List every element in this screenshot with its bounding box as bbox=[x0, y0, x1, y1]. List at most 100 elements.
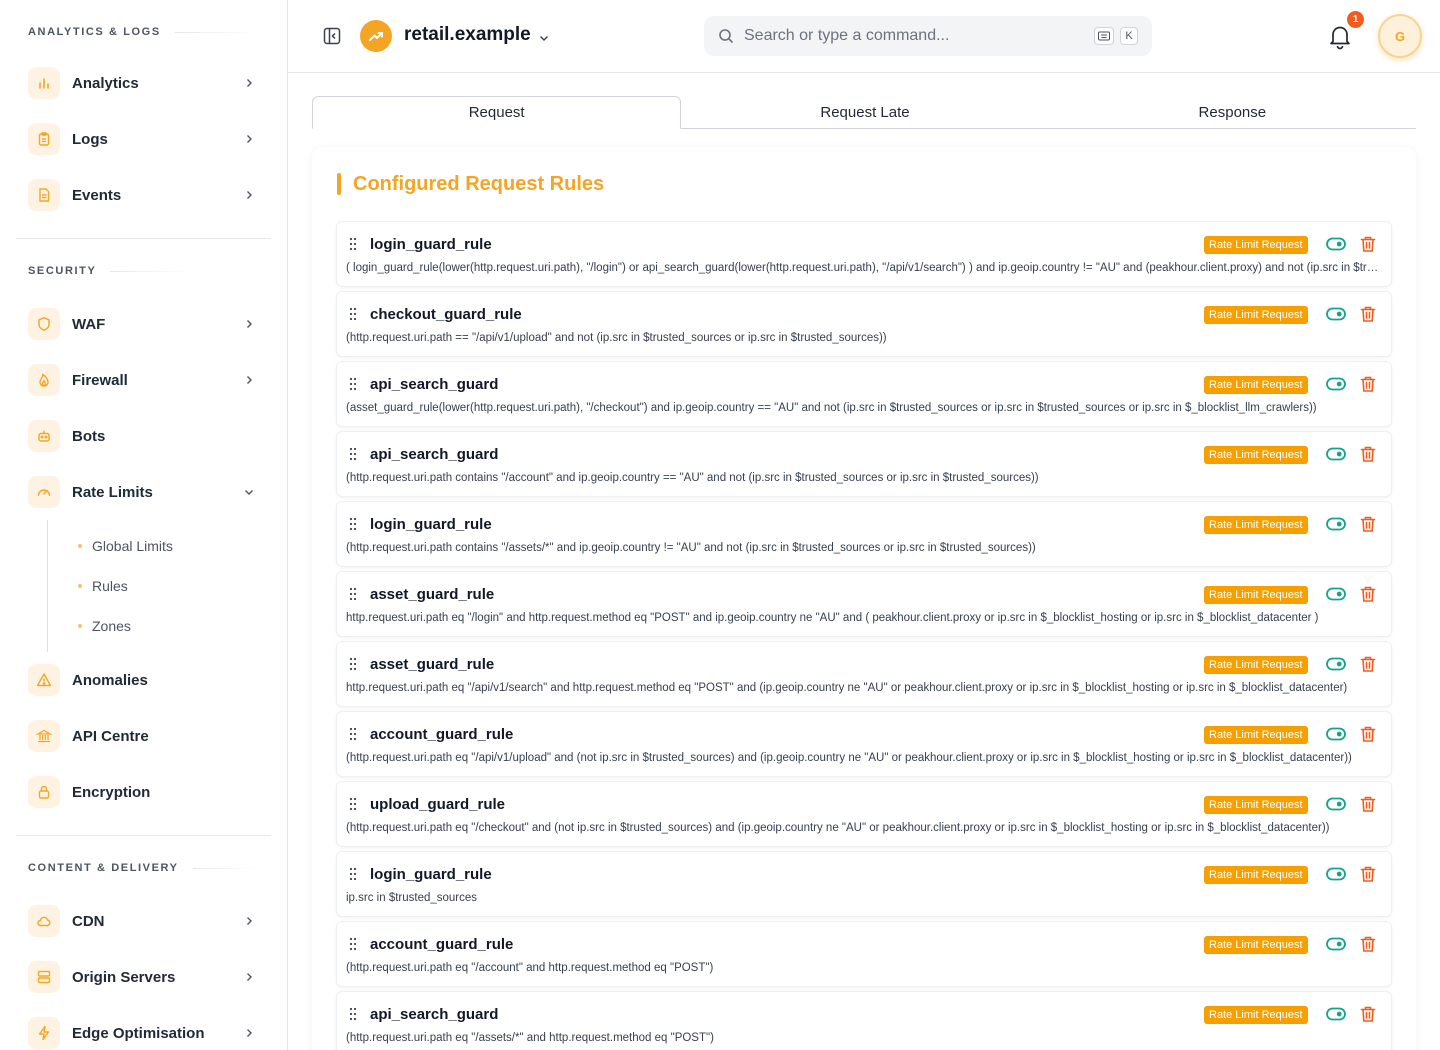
submenu-item-zones[interactable]: Zones bbox=[48, 606, 287, 646]
rule-expression: (http.request.uri.path == "/api/v1/uploa… bbox=[346, 332, 887, 344]
rule-card[interactable]: upload_guard_rule Rate Limit Request (http… bbox=[337, 782, 1391, 846]
drag-handle-icon[interactable] bbox=[349, 867, 357, 881]
toggle-icon[interactable] bbox=[1326, 797, 1346, 811]
rule-card[interactable]: api_search_guard Rate Limit Request (asset… bbox=[337, 362, 1391, 426]
sidebar-toggle-icon[interactable] bbox=[322, 26, 342, 46]
sidebar-item-logs[interactable]: Logs bbox=[0, 111, 287, 167]
sidebar-item-anomalies[interactable]: Anomalies bbox=[0, 652, 287, 708]
rule-card[interactable]: checkout_guard_rule Rate Limit Request (ht… bbox=[337, 292, 1391, 356]
drag-handle-icon[interactable] bbox=[349, 587, 357, 601]
search-input[interactable] bbox=[744, 27, 1088, 45]
drag-handle-icon[interactable] bbox=[349, 447, 357, 461]
sidebar-item-origin-servers[interactable]: Origin Servers bbox=[0, 949, 287, 1005]
toggle-icon[interactable] bbox=[1326, 377, 1346, 391]
drag-handle-icon[interactable] bbox=[349, 727, 357, 741]
drag-handle-icon[interactable] bbox=[349, 1007, 357, 1021]
sidebar-item-analytics[interactable]: Analytics bbox=[0, 55, 287, 111]
submenu-item-rules[interactable]: Rules bbox=[48, 566, 287, 606]
trash-icon[interactable] bbox=[1359, 585, 1377, 603]
toggle-icon[interactable] bbox=[1326, 657, 1346, 671]
rule-card[interactable]: asset_guard_rule Rate Limit Request http.r… bbox=[337, 642, 1391, 706]
chevron-down-icon[interactable] bbox=[539, 30, 549, 41]
chevron-right-icon bbox=[243, 77, 255, 89]
trash-icon[interactable] bbox=[1359, 935, 1377, 953]
trash-icon[interactable] bbox=[1359, 655, 1377, 673]
rule-card[interactable]: account_guard_rule Rate Limit Request (htt… bbox=[337, 712, 1391, 776]
section-title: ANALYTICS & LOGS bbox=[28, 26, 161, 38]
sidebar-item-label: Origin Servers bbox=[72, 968, 176, 986]
sidebar-item-api-centre[interactable]: API Centre bbox=[0, 708, 287, 764]
drag-handle-icon[interactable] bbox=[349, 517, 357, 531]
sidebar-item-label: Rate Limits bbox=[72, 483, 153, 501]
trash-icon[interactable] bbox=[1359, 515, 1377, 533]
toggle-icon[interactable] bbox=[1326, 237, 1346, 251]
trash-icon[interactable] bbox=[1359, 375, 1377, 393]
flame-icon bbox=[28, 364, 60, 396]
section-header-content: CONTENT & DELIVERY bbox=[0, 858, 287, 878]
sidebar-item-waf[interactable]: WAF bbox=[0, 296, 287, 352]
sidebar-item-rate-limits[interactable]: Rate Limits bbox=[0, 464, 287, 520]
toggle-icon[interactable] bbox=[1326, 587, 1346, 601]
drag-handle-icon[interactable] bbox=[349, 307, 357, 321]
rule-card[interactable]: account_guard_rule Rate Limit Request (htt… bbox=[337, 922, 1391, 986]
sidebar-item-encryption[interactable]: Encryption bbox=[0, 764, 287, 820]
trash-icon[interactable] bbox=[1359, 865, 1377, 883]
trash-icon[interactable] bbox=[1359, 235, 1377, 253]
keyboard-icon bbox=[1094, 27, 1114, 45]
rule-card[interactable]: asset_guard_rule Rate Limit Request http.r… bbox=[337, 572, 1391, 636]
sidebar: ANALYTICS & LOGS Analytics Logs Events S… bbox=[0, 0, 288, 1050]
section-header-security: SECURITY bbox=[0, 261, 287, 281]
toggle-icon[interactable] bbox=[1326, 727, 1346, 741]
sidebar-item-label: WAF bbox=[72, 315, 106, 333]
rule-card[interactable]: login_guard_rule Rate Limit Request (http.… bbox=[337, 502, 1391, 566]
trash-icon[interactable] bbox=[1359, 445, 1377, 463]
toggle-icon[interactable] bbox=[1326, 867, 1346, 881]
rule-card[interactable]: login_guard_rule Rate Limit Request ip.src… bbox=[337, 852, 1391, 916]
sidebar-item-label: Analytics bbox=[72, 74, 139, 92]
trash-icon[interactable] bbox=[1359, 1005, 1377, 1023]
rule-card[interactable]: api_search_guard Rate Limit Request (http.… bbox=[337, 992, 1391, 1050]
rule-expression: (http.request.uri.path eq "/account" and… bbox=[346, 962, 714, 974]
rule-card[interactable]: api_search_guard Rate Limit Request (http.… bbox=[337, 432, 1391, 496]
command-search[interactable]: K bbox=[704, 16, 1152, 56]
drag-handle-icon[interactable] bbox=[349, 797, 357, 811]
sidebar-item-bots[interactable]: Bots bbox=[0, 408, 287, 464]
drag-handle-icon[interactable] bbox=[349, 237, 357, 251]
rule-name: api_search_guard bbox=[370, 1006, 499, 1023]
toggle-icon[interactable] bbox=[1326, 1007, 1346, 1021]
drag-handle-icon[interactable] bbox=[349, 937, 357, 951]
rule-expression: ( login_guard_rule(lower(http.request.ur… bbox=[346, 262, 1380, 274]
drag-handle-icon[interactable] bbox=[349, 377, 357, 391]
lock-icon bbox=[28, 776, 60, 808]
rule-name: api_search_guard bbox=[370, 446, 499, 463]
sidebar-item-firewall[interactable]: Firewall bbox=[0, 352, 287, 408]
sidebar-item-events[interactable]: Events bbox=[0, 167, 287, 223]
toggle-icon[interactable] bbox=[1326, 937, 1346, 951]
trash-icon[interactable] bbox=[1359, 795, 1377, 813]
tab-request-late[interactable]: Request Late bbox=[681, 96, 1048, 128]
section-divider-line bbox=[174, 31, 255, 33]
sidebar-item-edge-optimisation[interactable]: Edge Optimisation bbox=[0, 1005, 287, 1050]
gauge-icon bbox=[28, 476, 60, 508]
toggle-icon[interactable] bbox=[1326, 307, 1346, 321]
title-accent-bar bbox=[337, 173, 341, 195]
rule-name: upload_guard_rule bbox=[370, 796, 506, 813]
tab-response[interactable]: Response bbox=[1049, 96, 1416, 128]
sidebar-item-label: Encryption bbox=[72, 783, 151, 801]
section-title: CONTENT & DELIVERY bbox=[28, 862, 179, 874]
rule-card[interactable]: login_guard_rule Rate Limit Request ( logi… bbox=[337, 222, 1391, 286]
trash-icon[interactable] bbox=[1359, 725, 1377, 743]
rule-action-badge: Rate Limit Request bbox=[1204, 796, 1308, 814]
rule-expression: (http.request.uri.path eq "/api/v1/uploa… bbox=[346, 752, 1352, 764]
toggle-icon[interactable] bbox=[1326, 517, 1346, 531]
avatar[interactable]: G bbox=[1378, 14, 1422, 58]
sidebar-item-cdn[interactable]: CDN bbox=[0, 893, 287, 949]
drag-handle-icon[interactable] bbox=[349, 657, 357, 671]
page-title: Configured Request Rules bbox=[353, 172, 605, 195]
site-selector[interactable]: retail.example bbox=[404, 24, 531, 46]
tab-request[interactable]: Request bbox=[312, 96, 682, 129]
trash-icon[interactable] bbox=[1359, 305, 1377, 323]
toggle-icon[interactable] bbox=[1326, 447, 1346, 461]
submenu-item-global-limits[interactable]: Global Limits bbox=[48, 526, 287, 566]
clipboard-icon bbox=[28, 123, 60, 155]
